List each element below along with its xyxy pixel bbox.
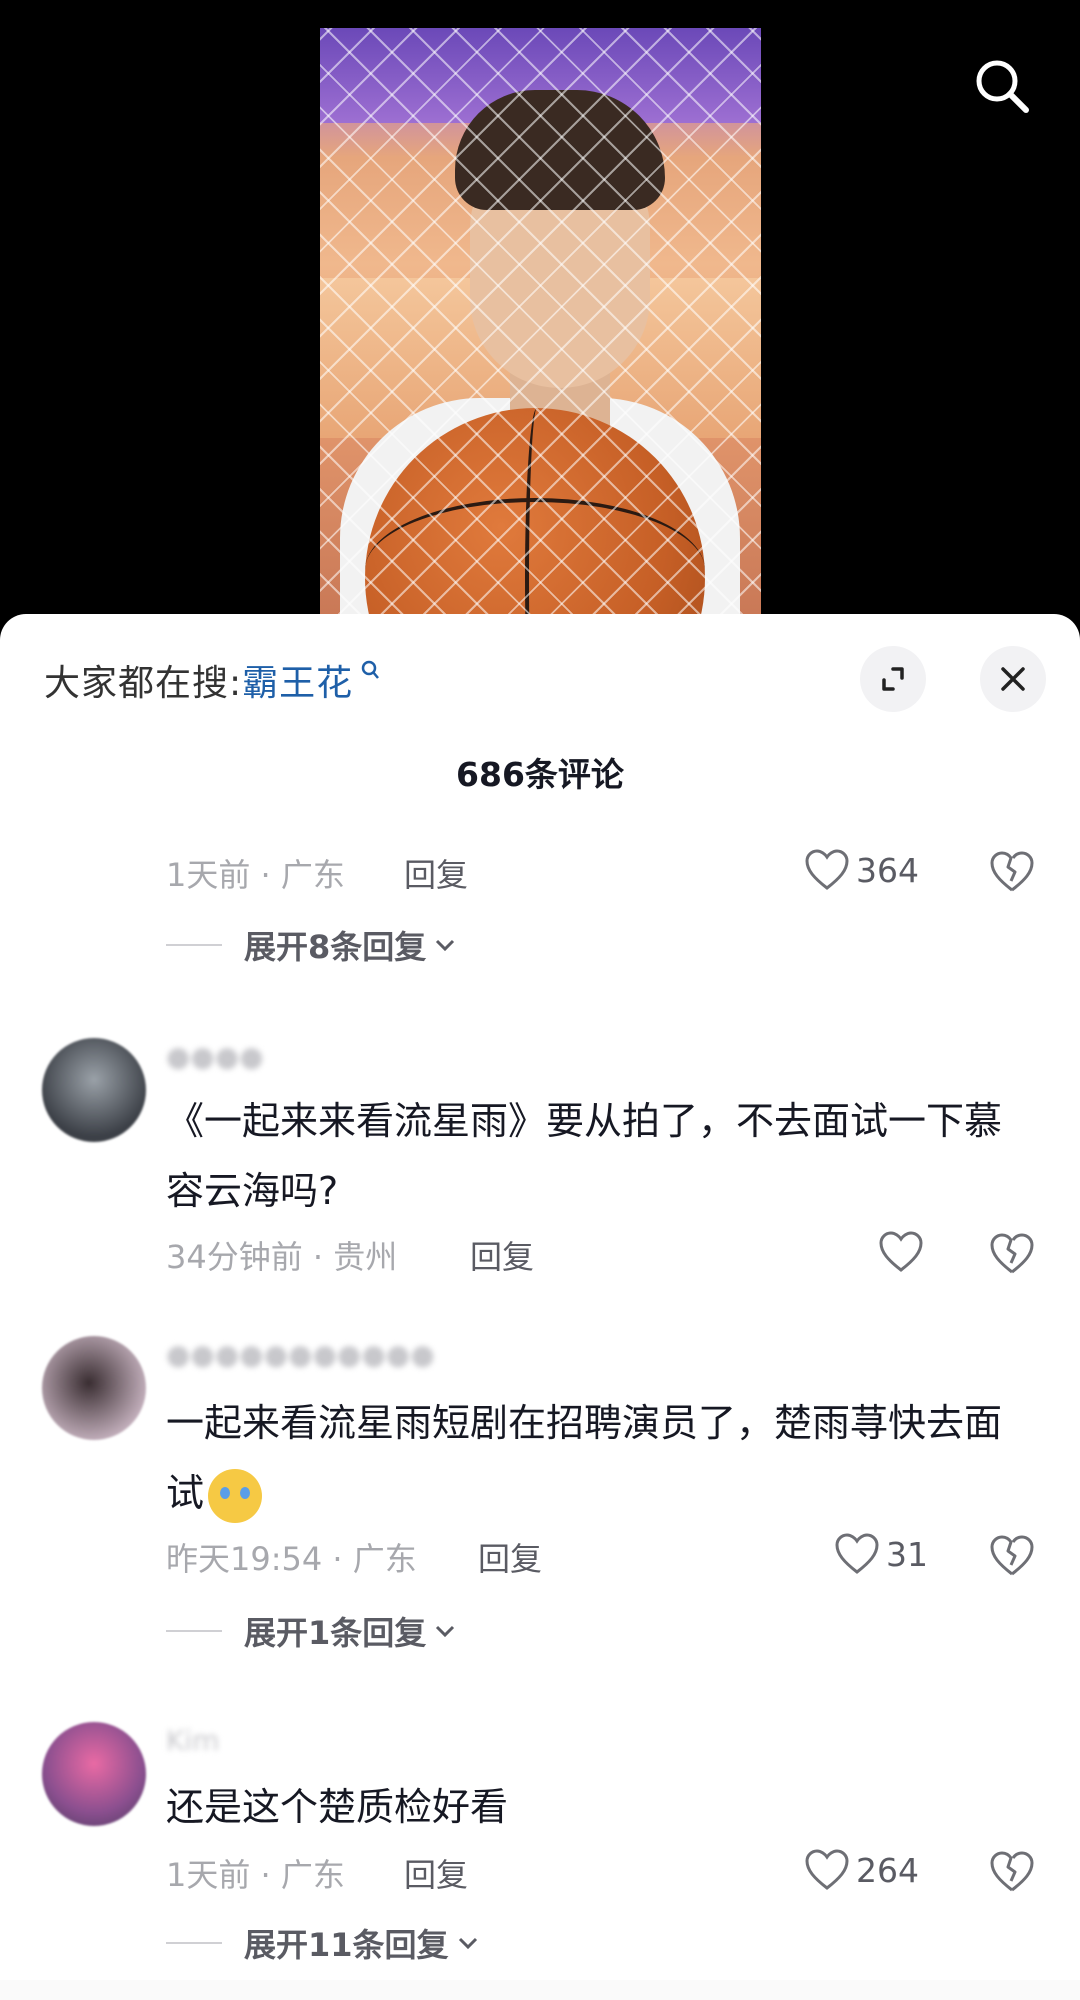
heart-icon <box>805 1849 849 1890</box>
heart-icon <box>835 1533 879 1574</box>
video-player[interactable] <box>0 0 1080 640</box>
expand-replies-button[interactable]: 展开1条回复 <box>166 1608 456 1654</box>
broken-heart-icon <box>990 1535 1034 1576</box>
reply-button[interactable]: 回复 <box>470 1232 534 1278</box>
expand-replies-button[interactable]: 展开11条回复 <box>166 1920 479 1966</box>
avatar[interactable] <box>42 1336 146 1440</box>
broken-heart-icon <box>990 1851 1034 1892</box>
reply-button[interactable]: 回复 <box>404 1850 468 1896</box>
hot-search-bar[interactable]: 大家都在搜:霸王花 <box>44 654 381 706</box>
like-count: 364 <box>856 850 919 890</box>
like-count: 31 <box>886 1534 928 1574</box>
like-count: 264 <box>856 1850 919 1890</box>
like-button[interactable] <box>878 1228 930 1276</box>
broken-heart-icon <box>990 1233 1034 1274</box>
expand-icon <box>882 667 904 691</box>
crying-laughing-emoji <box>208 1468 263 1523</box>
comment-text: 《一起来来看流星雨》要从拍了，不去面试一下慕容云海吗? <box>166 1099 1003 1213</box>
close-icon <box>1001 667 1025 691</box>
comment-count-title: 686条评论 <box>456 755 624 794</box>
expand-sheet-button[interactable] <box>860 646 926 712</box>
dislike-button[interactable] <box>988 848 1036 894</box>
comment-text: 一起来看流星雨短剧在招聘演员了，楚雨荨快去面试 <box>166 1388 1016 1528</box>
like-button[interactable]: 364 <box>804 846 919 894</box>
expand-replies-button[interactable]: 展开8条回复 <box>166 922 456 968</box>
comment-sheet: 大家都在搜:霸王花 686条评论 1天前 · 广东 回复 364 展开8条回复 … <box>0 614 1080 2000</box>
reply-button[interactable]: 回复 <box>404 850 468 896</box>
comment-meta: 34分钟前 · 贵州 <box>166 1238 398 1276</box>
dislike-button[interactable] <box>988 1848 1036 1894</box>
comment-meta: 1天前 · 广东 <box>166 856 345 894</box>
search-icon[interactable] <box>972 56 1032 116</box>
video-frame <box>320 28 761 618</box>
expand-replies-label: 展开1条回复 <box>244 1614 427 1652</box>
broken-heart-icon <box>990 851 1034 892</box>
hot-search-prefix: 大家都在搜: <box>44 663 243 704</box>
like-button[interactable]: 264 <box>804 1846 919 1894</box>
heart-icon <box>805 849 849 890</box>
comment-username[interactable]: ●●●●●●●●●●● <box>166 1338 435 1371</box>
avatar[interactable] <box>42 1038 146 1142</box>
close-sheet-button[interactable] <box>980 646 1046 712</box>
expand-replies-label: 展开11条回复 <box>244 1926 449 1964</box>
search-small-icon <box>353 660 381 688</box>
chevron-down-icon <box>436 1625 455 1638</box>
bottom-bar <box>0 1980 1080 2000</box>
video-net-overlay <box>320 28 761 618</box>
chevron-down-icon <box>458 1937 477 1950</box>
avatar[interactable] <box>42 1722 146 1826</box>
comment-text: 还是这个楚质检好看 <box>166 1785 509 1829</box>
expand-replies-label: 展开8条回复 <box>244 928 427 966</box>
hot-search-keyword[interactable]: 霸王花 <box>242 663 353 704</box>
dislike-button[interactable] <box>988 1532 1036 1578</box>
heart-icon <box>879 1231 923 1272</box>
comment-username[interactable]: ●●●● <box>166 1040 264 1073</box>
comment-meta: 1天前 · 广东 <box>166 1856 345 1894</box>
like-button[interactable]: 31 <box>834 1530 928 1578</box>
reply-button[interactable]: 回复 <box>478 1534 542 1580</box>
comment-meta: 昨天19:54 · 广东 <box>166 1540 417 1578</box>
chevron-down-icon <box>436 939 455 952</box>
comment-username[interactable]: Kim <box>166 1724 219 1757</box>
dislike-button[interactable] <box>988 1230 1036 1276</box>
